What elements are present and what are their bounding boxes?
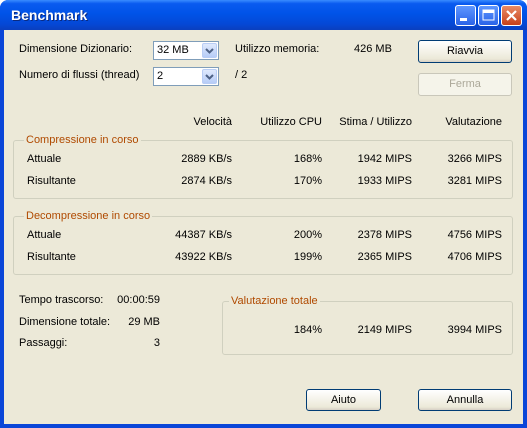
decompression-result-label: Risultante [27, 251, 76, 263]
compression-result-cpu: 170% [293, 175, 322, 187]
stop-button[interactable]: Ferma [418, 73, 512, 96]
column-header-estimate: Stima / Utilizzo [339, 116, 412, 128]
dialog-body: Dimensione Dizionario: 32 MB Utilizzo me… [4, 30, 523, 424]
passes-label: Passaggi: [19, 337, 68, 349]
total-size-value: 29 MB [128, 316, 160, 328]
compression-result-speed: 2874 KB/s [181, 175, 232, 187]
title-bar[interactable]: Benchmark [0, 0, 527, 30]
dictionary-dropdown-button[interactable] [202, 43, 217, 58]
total-rating-title: Valutazione totale [229, 295, 320, 307]
column-header-rating: Valutazione [445, 116, 502, 128]
compression-current-label: Attuale [27, 153, 62, 165]
maximize-icon [482, 9, 495, 21]
dictionary-size-select[interactable]: 32 MB [153, 41, 219, 60]
decompression-current-speed: 44387 KB/s [175, 229, 232, 241]
passes-value: 3 [153, 337, 160, 349]
decompression-current-rating: 4756 MIPS [447, 229, 502, 241]
column-header-speed: Velocità [193, 116, 232, 128]
help-button[interactable]: Aiuto [306, 389, 381, 411]
decompression-result-cpu: 199% [293, 251, 322, 263]
memory-usage-label: Utilizzo memoria: [235, 43, 320, 55]
restart-button[interactable]: Riavvia [418, 40, 512, 63]
column-header-cpu: Utilizzo CPU [260, 116, 322, 128]
elapsed-time-value: 00:00:59 [117, 294, 160, 306]
compression-current-cpu: 168% [293, 153, 322, 165]
cancel-button[interactable]: Annulla [418, 389, 512, 411]
compression-result-estimate: 1933 MIPS [357, 175, 412, 187]
decompression-group-title: Decompressione in corso [24, 210, 153, 222]
compression-current-estimate: 1942 MIPS [357, 153, 412, 165]
chevron-down-icon [205, 48, 214, 54]
compression-group-title: Compressione in corso [24, 134, 141, 146]
minimize-icon [460, 18, 467, 21]
total-size-label: Dimensione totale: [19, 316, 111, 328]
window-title: Benchmark [11, 7, 88, 23]
decompression-current-label: Attuale [27, 229, 62, 241]
elapsed-time-label: Tempo trascorso: [19, 294, 104, 306]
compression-current-speed: 2889 KB/s [181, 153, 232, 165]
compression-result-rating: 3281 MIPS [447, 175, 502, 187]
memory-usage-value: 426 MB [354, 43, 392, 55]
threads-label: Numero di flussi (thread) [19, 69, 140, 81]
decompression-current-estimate: 2378 MIPS [357, 229, 412, 241]
total-cpu: 184% [293, 324, 322, 336]
decompression-current-cpu: 200% [293, 229, 322, 241]
chevron-down-icon [205, 74, 214, 80]
total-estimate: 2149 MIPS [357, 324, 412, 336]
maximize-button[interactable] [478, 5, 499, 26]
dictionary-size-label: Dimensione Dizionario: [19, 43, 133, 55]
compression-current-rating: 3266 MIPS [447, 153, 502, 165]
decompression-result-estimate: 2365 MIPS [357, 251, 412, 263]
threads-dropdown-button[interactable] [202, 69, 217, 84]
minimize-button[interactable] [455, 5, 476, 26]
decompression-result-rating: 4706 MIPS [447, 251, 502, 263]
compression-group [13, 140, 513, 199]
close-button[interactable] [501, 5, 522, 26]
total-rating: 3994 MIPS [447, 324, 502, 336]
threads-select[interactable]: 2 [153, 67, 219, 86]
decompression-group [13, 216, 513, 275]
benchmark-window: Benchmark Dimensione Dizionario: 32 MB U… [0, 0, 527, 428]
dictionary-size-value: 32 MB [157, 44, 189, 56]
threads-max: / 2 [235, 69, 248, 81]
decompression-result-speed: 43922 KB/s [175, 251, 232, 263]
compression-result-label: Risultante [27, 175, 76, 187]
close-icon [506, 10, 517, 21]
threads-value: 2 [157, 70, 164, 82]
